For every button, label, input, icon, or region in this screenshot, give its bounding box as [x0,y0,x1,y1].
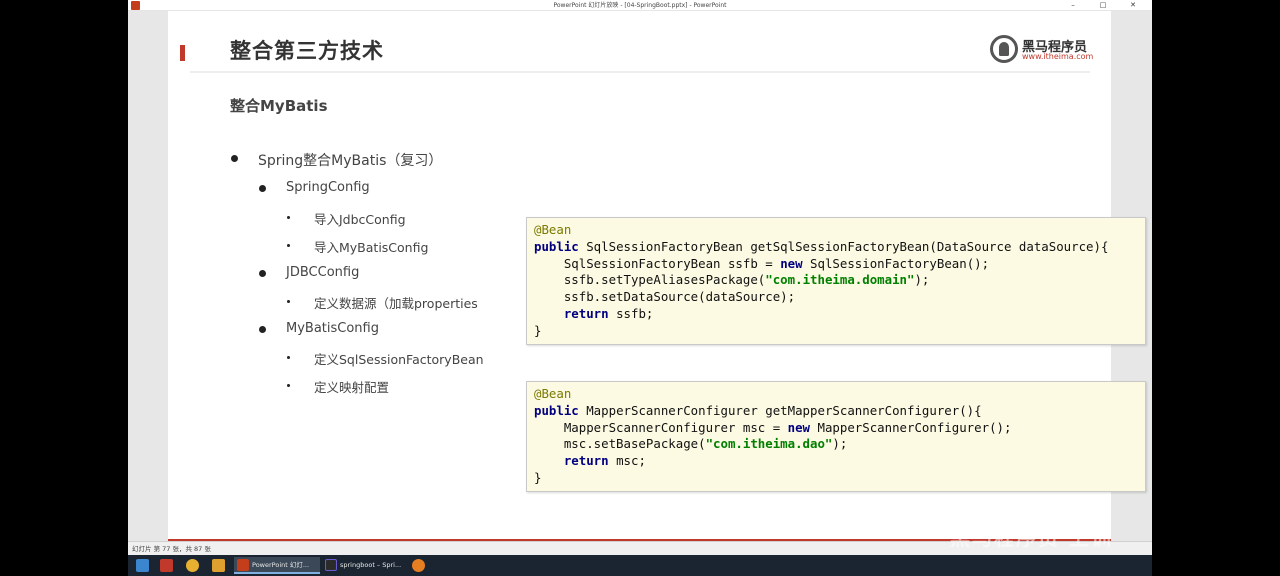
code-line: @Bean [534,386,572,401]
code-line: } [534,469,542,485]
code-keyword: new [787,419,811,435]
taskbar: PowerPoint 幻灯... springboot – Spri... [128,555,1152,576]
start-windows-icon[interactable] [136,559,149,572]
code-string: "com.itheima.domain" [765,272,915,288]
taskbar-item-powerpoint[interactable]: PowerPoint 幻灯... [234,557,320,574]
app-icon[interactable] [160,559,173,572]
bullet-item: 定义数据源（加载properties [287,293,478,312]
bullet-text: 导入JdbcConfig [314,212,406,227]
code-keyword: return [563,453,609,469]
logo-url: www.itheima.com [1022,52,1094,61]
intellij-icon [325,559,337,571]
bullet-text: 定义数据源（加载properties [314,296,478,311]
slide-title: 整合第三方技术 [230,39,384,63]
code-line: @Bean [534,222,572,237]
bullet-dot-icon [259,326,266,333]
bullet-dot-icon [287,356,290,359]
bullet-item: 定义SqlSessionFactoryBean [287,349,484,368]
bullet-text: SpringConfig [286,180,370,195]
code-line: SqlSessionFactoryBean ssfb = [534,255,781,271]
title-accent-bar [180,45,185,61]
bullet-text: Spring整合MyBatis（复习） [258,153,443,169]
itheima-logo: 黑马程序员 www.itheima.com [990,33,1094,65]
bullet-dot-icon [259,270,266,277]
recorder-icon[interactable] [412,559,425,572]
code-line: ); [914,272,930,288]
bullet-text: JDBCConfig [286,265,360,280]
code-keyword: public [534,238,579,254]
window-title: PowerPoint 幻灯片放映 - [04-SpringBoot.pptx] … [553,2,727,9]
horse-logo-icon [990,35,1018,63]
minimize-button[interactable]: – [1062,0,1084,11]
code-line: MapperScannerConfigurer msc = [534,419,788,435]
title-bar: PowerPoint 幻灯片放映 - [04-SpringBoot.pptx] … [128,0,1152,11]
code-line: MapperScannerConfigurer getMapperScanner… [578,402,982,418]
code-line: ssfb.setTypeAliasesPackage( [534,272,766,288]
code-string: "com.itheima.dao" [705,436,833,452]
taskbar-item-intellij[interactable]: springboot – Spri... [322,557,408,574]
file-explorer-icon[interactable] [212,559,225,572]
bullet-dot-icon [287,384,290,387]
task-label: PowerPoint 幻灯... [252,561,310,569]
code-line: MapperScannerConfigurer(); [810,419,1012,435]
code-line: } [534,322,542,338]
bullet-item: 定义映射配置 [287,377,390,396]
code-line: SqlSessionFactoryBean(); [802,255,990,271]
code-keyword: public [534,402,579,418]
bullet-dot-icon [287,216,290,219]
code-line: msc.setBasePackage( [534,436,706,452]
code-keyword: return [563,305,609,321]
code-block-sqlsessionfactory: @Bean public SqlSessionFactoryBean getSq… [526,217,1146,345]
chrome-icon[interactable] [186,559,199,572]
bullet-dot-icon [287,244,290,247]
bullet-item: SpringConfig [259,180,370,195]
code-line: SqlSessionFactoryBean getSqlSessionFacto… [578,238,1109,254]
code-block-mapperscanner: @Bean public MapperScannerConfigurer get… [526,381,1146,492]
bullet-text: 定义映射配置 [314,380,390,395]
slideshow-stage: 整合第三方技术 黑马程序员 www.itheima.com 整合MyBatis … [128,11,1152,542]
bullet-dot-icon [259,185,266,192]
slide-counter: 幻灯片 第 77 张，共 87 张 [132,545,211,553]
bullet-item: 导入MyBatisConfig [287,237,429,256]
bullet-text: MyBatisConfig [286,321,379,336]
bullet-item: JDBCConfig [259,265,360,280]
bullet-item: MyBatisConfig [259,321,379,336]
bullet-text: 导入MyBatisConfig [314,240,429,255]
task-label: springboot – Spri... [340,561,402,569]
powerpoint-window: PowerPoint 幻灯片放映 - [04-SpringBoot.pptx] … [128,0,1152,576]
code-line: ssfb.setDataSource(dataSource); [534,289,796,305]
code-keyword: new [780,255,803,271]
code-line: msc; [608,453,646,469]
code-line: ssfb; [608,305,654,321]
title-divider [190,71,1090,73]
powerpoint-icon [237,559,249,571]
close-button[interactable]: ✕ [1122,0,1144,11]
watermark: 黑马程序员 上训 [950,526,1113,550]
slide-subtitle: 整合MyBatis [230,97,328,115]
bullet-item: Spring整合MyBatis（复习） [231,150,443,170]
maximize-button[interactable]: □ [1092,0,1114,11]
bullet-dot-icon [287,300,290,303]
bullet-text: 定义SqlSessionFactoryBean [314,352,484,367]
slide[interactable]: 整合第三方技术 黑马程序员 www.itheima.com 整合MyBatis … [168,11,1146,539]
bullet-dot-icon [231,155,238,162]
code-line: ); [832,436,848,452]
bullet-item: 导入JdbcConfig [287,209,406,228]
